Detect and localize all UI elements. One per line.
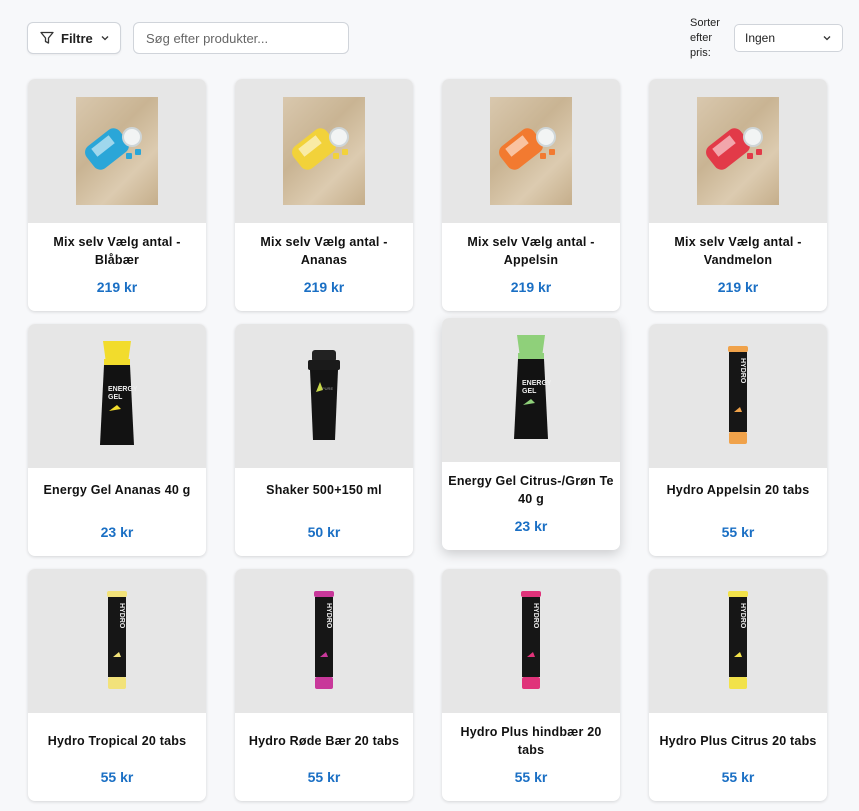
svg-text:HYDRO: HYDRO bbox=[739, 603, 746, 629]
product-image: ENERGY GEL bbox=[28, 324, 206, 468]
product-image bbox=[649, 79, 827, 223]
filter-button[interactable]: Filtre bbox=[27, 22, 121, 54]
product-card[interactable]: PURE Shaker 500+150 ml 50 kr bbox=[235, 324, 413, 556]
product-name: Hydro Plus Citrus 20 tabs bbox=[659, 734, 817, 748]
sort-select[interactable]: Ingen bbox=[734, 24, 843, 52]
product-image: ENERGY GEL bbox=[442, 318, 620, 462]
product-card[interactable]: Mix selv Vælg antal - Ananas 219 kr bbox=[235, 79, 413, 311]
svg-text:HYDRO: HYDRO bbox=[325, 603, 332, 629]
product-price: 55 kr bbox=[721, 524, 755, 540]
product-price: 219 kr bbox=[303, 279, 345, 295]
sort-select-value: Ingen bbox=[745, 31, 776, 45]
product-card[interactable]: HYDRO Hydro Plus hindbær 20 tabs 55 kr bbox=[442, 569, 620, 801]
product-name: Hydro Røde Bær 20 tabs bbox=[248, 734, 400, 748]
product-name: Hydro Plus hindbær 20 tabs bbox=[460, 725, 602, 757]
product-price: 50 kr bbox=[307, 524, 341, 540]
product-price: 23 kr bbox=[514, 518, 548, 534]
product-price: 219 kr bbox=[717, 279, 759, 295]
svg-text:HYDRO: HYDRO bbox=[739, 358, 746, 384]
product-image: HYDRO bbox=[235, 569, 413, 713]
product-price: 55 kr bbox=[100, 769, 134, 785]
product-name: Mix selv Vælg antal - Vandmelon bbox=[674, 235, 802, 267]
product-name: Energy Gel Ananas 40 g bbox=[43, 483, 191, 497]
product-card[interactable]: HYDRO Hydro Plus Citrus 20 tabs 55 kr bbox=[649, 569, 827, 801]
product-name: Hydro Appelsin 20 tabs bbox=[666, 483, 810, 497]
filter-label: Filtre bbox=[61, 30, 93, 46]
product-image bbox=[235, 79, 413, 223]
product-image: PURE bbox=[235, 324, 413, 468]
svg-text:GEL: GEL bbox=[108, 394, 123, 401]
product-name: Mix selv Vælg antal - Ananas bbox=[260, 235, 388, 267]
product-name: Energy Gel Citrus-/Grøn Te 40 g bbox=[448, 474, 614, 506]
product-card[interactable]: ENERGY GEL Energy Gel Ananas 40 g 23 kr bbox=[28, 324, 206, 556]
product-name: Shaker 500+150 ml bbox=[266, 483, 382, 497]
product-name: Mix selv Vælg antal - Blåbær bbox=[53, 235, 181, 267]
product-price: 55 kr bbox=[514, 769, 548, 785]
product-card[interactable]: Mix selv Vælg antal - Blåbær 219 kr bbox=[28, 79, 206, 311]
svg-text:PURE: PURE bbox=[322, 386, 333, 391]
product-card[interactable]: HYDRO Hydro Tropical 20 tabs 55 kr bbox=[28, 569, 206, 801]
product-card[interactable]: ENERGY GEL Energy Gel Citrus-/Grøn Te 40 g… bbox=[442, 318, 620, 550]
product-image: HYDRO bbox=[649, 569, 827, 713]
product-image: HYDRO bbox=[28, 569, 206, 713]
product-image: HYDRO bbox=[442, 569, 620, 713]
chevron-down-icon bbox=[823, 36, 831, 41]
product-name: Hydro Tropical 20 tabs bbox=[47, 734, 187, 748]
product-price: 219 kr bbox=[510, 279, 552, 295]
product-price: 55 kr bbox=[307, 769, 341, 785]
svg-text:HYDRO: HYDRO bbox=[118, 603, 125, 629]
svg-text:ENERGY: ENERGY bbox=[108, 386, 137, 393]
product-card[interactable]: HYDRO Hydro Røde Bær 20 tabs 55 kr bbox=[235, 569, 413, 801]
product-price: 55 kr bbox=[721, 769, 755, 785]
sort-label: Sorter efter pris: bbox=[690, 17, 720, 59]
product-image: HYDRO bbox=[649, 324, 827, 468]
svg-text:HYDRO: HYDRO bbox=[532, 603, 539, 629]
product-card[interactable]: HYDRO Hydro Appelsin 20 tabs 55 kr bbox=[649, 324, 827, 556]
product-card[interactable]: Mix selv Vælg antal - Appelsin 219 kr bbox=[442, 79, 620, 311]
filter-icon bbox=[40, 31, 54, 44]
search-input[interactable] bbox=[133, 22, 349, 54]
product-card[interactable]: Mix selv Vælg antal - Vandmelon 219 kr bbox=[649, 79, 827, 311]
svg-text:GEL: GEL bbox=[522, 388, 537, 395]
chevron-down-icon bbox=[101, 36, 109, 41]
product-price: 23 kr bbox=[100, 524, 134, 540]
product-image bbox=[442, 79, 620, 223]
product-price: 219 kr bbox=[96, 279, 138, 295]
product-image bbox=[28, 79, 206, 223]
product-name: Mix selv Vælg antal - Appelsin bbox=[467, 235, 595, 267]
svg-text:ENERGY: ENERGY bbox=[522, 380, 551, 387]
